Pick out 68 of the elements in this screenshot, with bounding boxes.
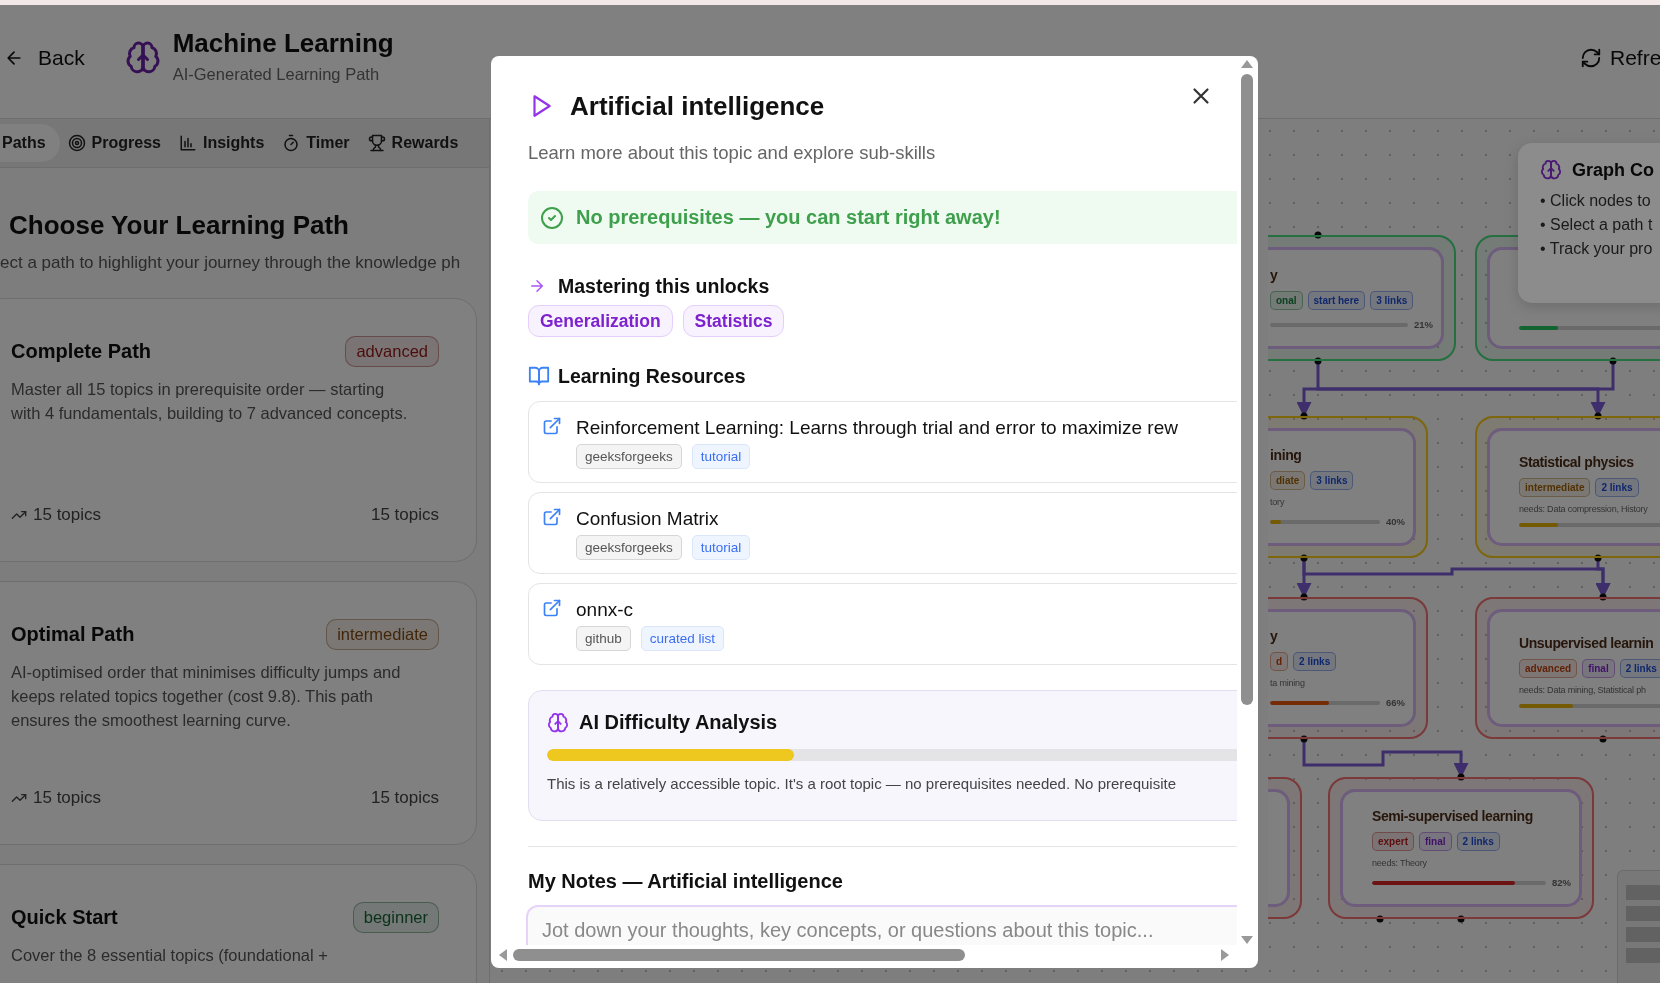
type-tag: tutorial (691, 444, 751, 469)
dialog-subtitle: Learn more about this topic and explore sub-skills (528, 141, 937, 165)
app-subtitle: AI-Generated Learning Path (172, 64, 381, 84)
panel-title: AI Difficulty Analysis (579, 711, 778, 734)
type-tag: tutorial (691, 535, 751, 560)
progress-percent: 66% (1386, 697, 1405, 708)
node-tag: diate (1270, 471, 1306, 490)
source-tag: geeksforgeeks (576, 444, 682, 469)
node-requirements: needs: Data mining, Statistical ph (1519, 685, 1647, 695)
node-title: ining (1270, 447, 1303, 463)
section-heading: Choose Your Learning Path (9, 209, 350, 241)
progress-percent: 21% (1414, 319, 1433, 330)
path-description: Master all 15 topics in prerequisite order — starting with 4 fundamentals, building to 7 advanced concepts. (11, 379, 409, 424)
resource-title: Confusion Matrix (576, 507, 720, 531)
source-tag: github (576, 626, 631, 651)
dialog-title: Artificial intelligence (570, 90, 825, 123)
path-name: Optimal Path (11, 623, 135, 646)
node-title: Unsupervised learnin (1519, 635, 1655, 651)
topic-count: 15 topics (370, 505, 439, 525)
difficulty-badge: advanced (345, 336, 439, 367)
panel-tip: • Select a path t (1540, 215, 1654, 235)
node-requirements: ta mining (1270, 678, 1306, 688)
resource-title: onnx-c (576, 598, 635, 622)
difficulty-explanation: This is a relatively accessible topic. It's a root topic — no prerequisites needed. No prerequisite (547, 775, 1177, 792)
app-title: Machine Learning (172, 27, 394, 59)
node-tag: 3 links (1310, 471, 1354, 490)
panel-tip: • Click nodes to (1540, 191, 1652, 211)
topic-count: 15 topics (33, 788, 102, 808)
node-requirements: tory (1270, 497, 1286, 507)
panel-tip: • Track your pro (1540, 239, 1654, 259)
prerequisites-message: No prerequisites — you can start right away! (576, 206, 1001, 229)
node-title: Statistical physics (1519, 454, 1635, 470)
path-description: AI-optimised order that minimises difficulty jumps and keeps related topics together (cost 9.8). This path ensures the smoothest learning curve. (11, 662, 402, 731)
node-tag: 2 links (1619, 659, 1660, 678)
difficulty-badge: beginner (352, 902, 439, 933)
node-tag: 2 links (1595, 478, 1639, 497)
panel-title: Graph Co (1572, 159, 1654, 181)
node-tag: 3 links (1370, 291, 1414, 310)
path-name: Quick Start (11, 906, 118, 929)
node-requirements: needs: Data compression, History (1519, 504, 1649, 514)
progress-percent: 82% (1552, 877, 1571, 888)
type-tag: curated list (640, 626, 725, 651)
path-name: Complete Path (11, 340, 152, 363)
notes-heading: My Notes — Artificial intelligence (528, 869, 844, 893)
node-title: Semi-supervised learning (1372, 808, 1534, 824)
node-tag: onal (1270, 291, 1303, 310)
topic-count: 15 topics (33, 505, 102, 525)
node-requirements: needs: Theory (1372, 858, 1428, 868)
difficulty-badge: intermediate (326, 619, 439, 650)
topic-count: 15 topics (370, 788, 439, 808)
node-tag: 2 links (1293, 652, 1337, 671)
node-tag: final (1582, 659, 1615, 678)
node-tag: 2 links (1456, 832, 1500, 851)
source-tag: geeksforgeeks (576, 535, 682, 560)
node-tag: d (1270, 652, 1289, 671)
node-tag: start here (1307, 291, 1366, 310)
progress-percent: 40% (1386, 516, 1405, 527)
node-title: y (1270, 628, 1279, 644)
node-title: y (1270, 267, 1279, 283)
section-heading: Learning Resources (558, 364, 746, 388)
path-description: Cover the 8 essential topics (foundational + (11, 945, 329, 966)
node-tag: final (1419, 832, 1452, 851)
node-tag: expert (1372, 832, 1414, 851)
section-description: ect a path to highlight your journey through the knowledge ph (0, 252, 462, 274)
section-heading: Mastering this unlocks (558, 274, 770, 298)
resource-title: Reinforcement Learning: Learns through trial and error to maximize rew (576, 416, 1178, 440)
node-tag: advanced (1519, 659, 1578, 678)
node-tag: intermediate (1519, 478, 1591, 497)
